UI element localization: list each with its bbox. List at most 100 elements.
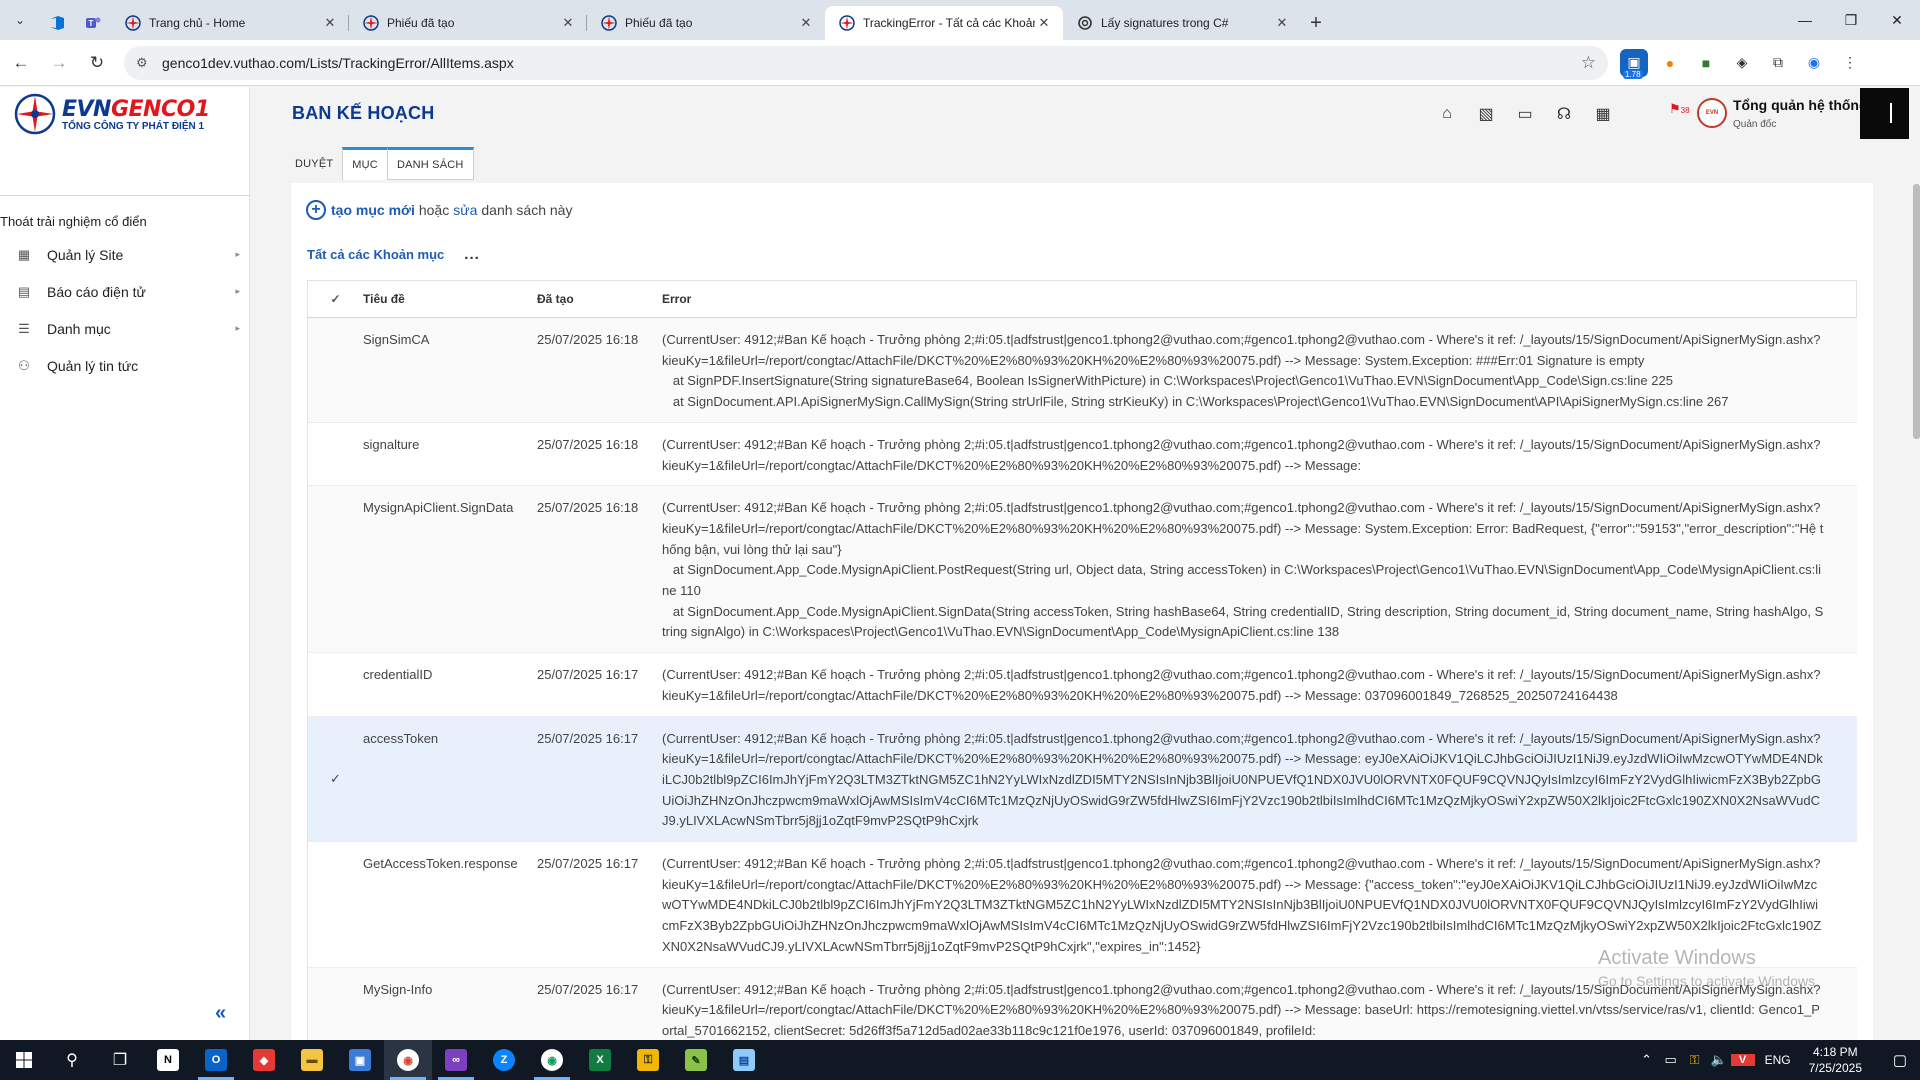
start-button[interactable] xyxy=(0,1040,48,1080)
search-icon[interactable]: ⚲ xyxy=(48,1040,96,1080)
tab-home[interactable]: Trang chủ - Home ✕ xyxy=(111,6,349,40)
table-row[interactable]: SignSimCA 25/07/2025 16:18 (CurrentUser:… xyxy=(307,318,1857,423)
exit-classic-link[interactable]: Thoát trải nghiệm cổ điển xyxy=(0,214,147,229)
genco-logo[interactable]: EVNGENCO1 TỔNG CÔNG TY PHÁT ĐIỆN 1 xyxy=(14,93,210,135)
cell-title[interactable]: GetAccessToken.response xyxy=(363,842,537,967)
row-checkbox[interactable] xyxy=(308,968,363,1040)
tab-phieu-da-tao-2[interactable]: Phiếu đã tạo ✕ xyxy=(587,6,825,40)
anydesk-icon[interactable]: ◆ xyxy=(240,1040,288,1080)
input-language[interactable]: ENG xyxy=(1765,1053,1791,1067)
network-icon[interactable]: ▭ xyxy=(1659,1052,1683,1068)
tab-close-icon[interactable]: ✕ xyxy=(1035,14,1053,32)
home-icon[interactable]: ⌂ xyxy=(1436,103,1458,125)
more-options-icon[interactable]: ... xyxy=(464,246,480,263)
row-checkbox[interactable] xyxy=(308,486,363,652)
security-lock-icon[interactable]: ⚿ xyxy=(1683,1052,1707,1068)
extension-shield-icon[interactable]: ◈ xyxy=(1728,49,1756,77)
forward-arrow-icon[interactable]: → xyxy=(42,46,76,80)
show-hidden-icons[interactable]: ⌃ xyxy=(1635,1052,1659,1068)
tab-list[interactable]: DANH SÁCH xyxy=(387,147,474,180)
notion-icon[interactable]: N xyxy=(144,1040,192,1080)
select-all-checkbox[interactable]: ✓ xyxy=(308,292,363,306)
tab-phieu-da-tao-1[interactable]: Phiếu đã tạo ✕ xyxy=(349,6,587,40)
cell-title[interactable]: accessToken xyxy=(363,717,537,842)
outlook-icon[interactable]: O xyxy=(192,1040,240,1080)
close-window-icon[interactable]: ✕ xyxy=(1874,0,1920,40)
minimize-icon[interactable]: — xyxy=(1782,0,1828,40)
clock[interactable]: 4:18 PM 7/25/2025 xyxy=(1809,1044,1862,1076)
reload-icon[interactable]: ↻ xyxy=(80,46,114,80)
lock-app-icon[interactable]: ⚿ xyxy=(624,1040,672,1080)
page-scrollbar[interactable] xyxy=(1913,184,1920,439)
new-item-link[interactable]: tạo mục mới xyxy=(331,202,415,218)
back-arrow-icon[interactable]: ← xyxy=(4,46,38,80)
table-row[interactable]: signalture 25/07/2025 16:18 (CurrentUser… xyxy=(307,422,1857,487)
user-name[interactable]: Tổng quản hệ thống xyxy=(1733,97,1868,113)
collapse-sidebar-button[interactable]: « xyxy=(215,1002,226,1025)
page-title[interactable]: BAN KẾ HOẠCH xyxy=(292,103,434,124)
folder-icon[interactable]: ▭ xyxy=(1514,103,1536,125)
apps-grid-icon[interactable]: ▦ xyxy=(1592,103,1614,125)
visual-studio-icon[interactable]: ∞ xyxy=(432,1040,480,1080)
tab-items[interactable]: MỤC xyxy=(342,147,388,180)
notepad-plus-icon[interactable]: ✎ xyxy=(672,1040,720,1080)
extension-green-icon[interactable]: ■ xyxy=(1692,49,1720,77)
avatar[interactable]: EVN xyxy=(1697,98,1727,128)
profile-icon[interactable]: ◉ xyxy=(1800,49,1828,77)
view-all-items-link[interactable]: Tất cả các Khoản mục xyxy=(307,247,444,262)
cell-title[interactable]: MysignApiClient.SignData xyxy=(363,486,537,652)
tab-close-icon[interactable]: ✕ xyxy=(559,14,577,32)
row-checkbox[interactable] xyxy=(308,423,363,485)
extension-translate-icon[interactable]: ▣ 1.78 xyxy=(1620,48,1648,79)
speaker-icon[interactable]: 🔈 xyxy=(1707,1052,1731,1068)
add-icon[interactable]: + xyxy=(306,200,326,220)
support-icon[interactable]: ☊ xyxy=(1553,103,1575,125)
row-checkbox[interactable] xyxy=(308,653,363,715)
tab-signatures-csharp[interactable]: Lấy signatures trong C# ✕ xyxy=(1063,6,1301,40)
tasks-icon[interactable]: ▧ xyxy=(1475,103,1497,125)
tab-close-icon[interactable]: ✕ xyxy=(1273,14,1291,32)
chrome-menu-icon[interactable]: ⋮ xyxy=(1836,49,1864,77)
site-info-icon[interactable]: ⚙ xyxy=(136,55,156,71)
remote-desktop-icon[interactable]: ▣ xyxy=(336,1040,384,1080)
file-explorer-icon[interactable]: ▬ xyxy=(288,1040,336,1080)
address-bar[interactable]: ⚙ genco1dev.vuthao.com/Lists/TrackingErr… xyxy=(124,45,1608,80)
row-checkbox[interactable] xyxy=(308,318,363,422)
table-row-selected[interactable]: ✓ accessToken 25/07/2025 16:17 (CurrentU… xyxy=(307,716,1857,843)
cell-title[interactable]: credentialID xyxy=(363,653,537,715)
notification-center-icon[interactable]: ▢ xyxy=(1880,1051,1920,1069)
task-view-icon[interactable]: ❐ xyxy=(96,1040,144,1080)
sidebar-item-news[interactable]: ⚇ Quản lý tin tức xyxy=(0,347,250,384)
extension-orange-icon[interactable]: ● xyxy=(1656,49,1684,77)
sidebar-item-site-management[interactable]: ▦ Quản lý Site ▸ xyxy=(0,236,250,273)
tab-close-icon[interactable]: ✕ xyxy=(321,14,339,32)
unikey-icon[interactable]: V xyxy=(1730,1054,1755,1066)
notification-flag-icon[interactable]: ⚑38 xyxy=(1669,101,1690,117)
sidebar-item-reports[interactable]: ▤ Báo cáo điện tử ▸ xyxy=(0,273,250,310)
chrome-profile-icon[interactable]: ◉ xyxy=(528,1040,576,1080)
new-tab-button[interactable]: + xyxy=(1301,8,1331,38)
edit-list-link[interactable]: sửa xyxy=(453,202,477,218)
tab-tracking-error[interactable]: TrackingError - Tất cả các Khoản ✕ xyxy=(825,6,1063,40)
tab-search-button[interactable]: ⌄ xyxy=(5,5,35,35)
zalo-icon[interactable]: Z xyxy=(480,1040,528,1080)
row-checkbox-checked[interactable]: ✓ xyxy=(308,717,363,842)
tab-browse[interactable]: DUYỆT xyxy=(286,148,342,180)
notepad-icon[interactable]: ▤ xyxy=(720,1040,768,1080)
extensions-puzzle-icon[interactable]: ⧉ xyxy=(1764,49,1792,77)
tab-close-icon[interactable]: ✕ xyxy=(797,14,815,32)
pinned-tab-1[interactable] xyxy=(39,6,75,40)
row-checkbox[interactable] xyxy=(308,842,363,967)
column-header-created[interactable]: Đã tạo xyxy=(537,292,662,306)
bookmark-star-icon[interactable]: ☆ xyxy=(1581,53,1596,73)
excel-icon[interactable]: X xyxy=(576,1040,624,1080)
restore-icon[interactable]: ❐ xyxy=(1828,0,1874,40)
table-row[interactable]: credentialID 25/07/2025 16:17 (CurrentUs… xyxy=(307,653,1857,717)
cell-title[interactable]: MySign-Info xyxy=(363,968,537,1040)
cell-title[interactable]: signalture xyxy=(363,423,537,485)
url-text[interactable]: genco1dev.vuthao.com/Lists/TrackingError… xyxy=(162,55,1581,71)
column-header-title[interactable]: Tiêu đề xyxy=(363,292,537,306)
cell-title[interactable]: SignSimCA xyxy=(363,318,537,422)
table-row[interactable]: MysignApiClient.SignData 25/07/2025 16:1… xyxy=(307,486,1857,654)
chrome-icon[interactable]: ◉ xyxy=(384,1040,432,1080)
